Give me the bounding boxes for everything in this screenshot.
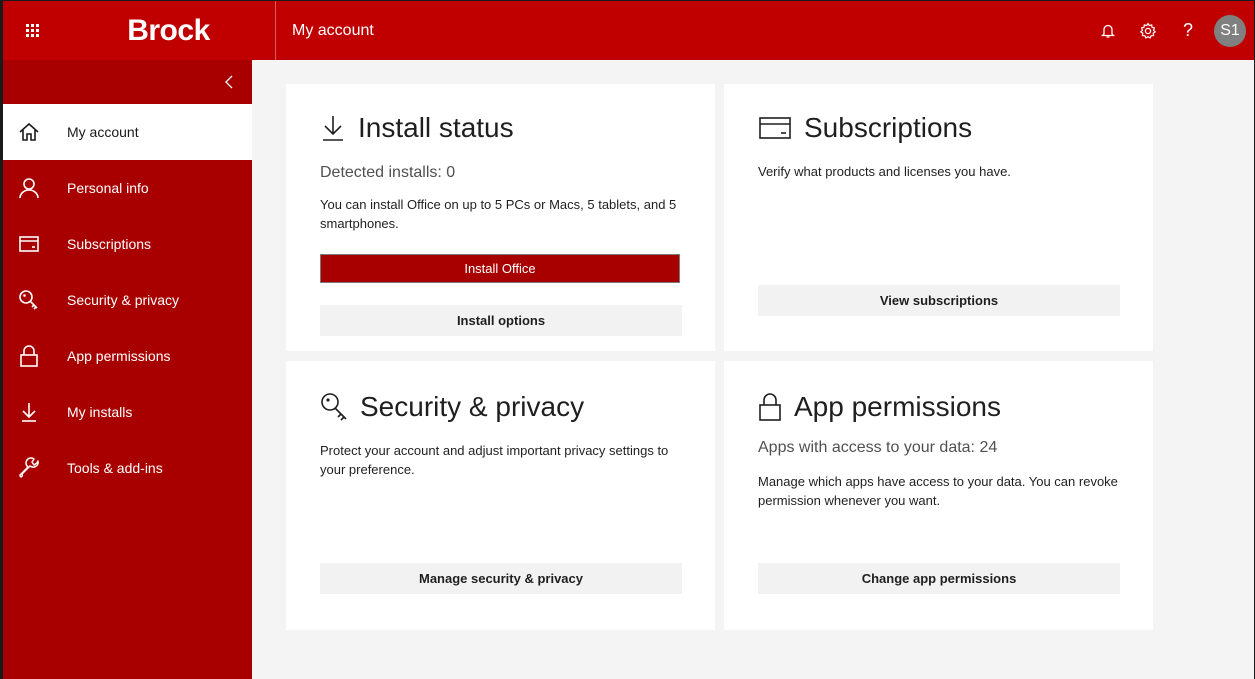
sidebar-item-label: Tools & add-ins — [67, 460, 163, 476]
waffle-icon — [26, 24, 39, 37]
security-description: Protect your account and adjust importan… — [320, 443, 669, 477]
sidebar-item-my-installs[interactable]: My installs — [3, 384, 252, 440]
lock-icon — [17, 344, 41, 368]
permissions-description: Manage which apps have access to your da… — [758, 474, 1118, 508]
person-icon — [17, 176, 41, 200]
sidebar-item-label: Subscriptions — [67, 236, 152, 252]
install-status-title: Install status — [320, 112, 514, 144]
manage-security-privacy-button[interactable]: Manage security & privacy — [320, 563, 682, 594]
card-icon — [17, 232, 41, 256]
brand-logo[interactable]: Brock — [62, 1, 276, 60]
app-launcher-button[interactable] — [3, 1, 62, 60]
sidebar-item-subscriptions[interactable]: Subscriptions — [3, 216, 252, 272]
sidebar-item-label: My installs — [67, 404, 133, 420]
key-icon — [17, 288, 41, 312]
download-icon — [17, 400, 41, 424]
key-icon — [320, 392, 348, 422]
avatar[interactable]: S1 — [1214, 14, 1246, 47]
install-status-card: Install status Detected installs: 0 You … — [286, 84, 715, 351]
sidebar-item-label: Security & privacy — [67, 292, 180, 308]
install-office-button[interactable]: Install Office — [320, 254, 680, 283]
top-bar: Brock My account ? S1 — [3, 1, 1254, 60]
subscriptions-title: Subscriptions — [758, 112, 972, 144]
app-permissions-title: App permissions — [758, 391, 1001, 423]
chevron-left-icon — [225, 75, 233, 89]
notifications-button[interactable] — [1088, 1, 1128, 60]
card-icon — [758, 115, 792, 141]
lock-icon — [758, 392, 782, 422]
sidebar-item-tools-addins[interactable]: Tools & add-ins — [3, 440, 252, 496]
sidebar-item-personal-info[interactable]: Personal info — [3, 160, 252, 216]
app-permissions-card: App permissions Apps with access to your… — [724, 361, 1153, 630]
change-app-permissions-button[interactable]: Change app permissions — [758, 563, 1120, 594]
sidebar-item-my-account[interactable]: My account — [3, 104, 252, 160]
subscriptions-card: Subscriptions Verify what products and l… — [724, 84, 1153, 351]
view-subscriptions-button[interactable]: View subscriptions — [758, 285, 1120, 316]
home-icon — [17, 120, 41, 144]
sidebar-item-label: My account — [67, 124, 139, 140]
wrench-icon — [17, 456, 41, 480]
install-options-button[interactable]: Install options — [320, 305, 682, 336]
sidebar-item-label: App permissions — [67, 348, 171, 364]
detected-installs: Detected installs: 0 — [320, 164, 456, 181]
security-privacy-title: Security & privacy — [320, 391, 584, 423]
sidebar: My account Personal info Subscriptions S… — [3, 60, 252, 679]
page-title: My account — [292, 21, 374, 39]
settings-button[interactable] — [1128, 1, 1168, 60]
gear-icon — [1139, 21, 1157, 39]
sidebar-item-label: Personal info — [67, 180, 149, 196]
apps-with-access: Apps with access to your data: 24 — [758, 439, 998, 456]
install-description: You can install Office on up to 5 PCs or… — [320, 197, 677, 231]
bell-icon — [1101, 24, 1115, 38]
security-privacy-card: Security & privacy Protect your account … — [286, 361, 715, 630]
subscriptions-description: Verify what products and licenses you ha… — [758, 164, 1011, 179]
collapse-sidebar-button[interactable] — [3, 60, 252, 104]
help-icon: ? — [1182, 20, 1193, 40]
help-button[interactable]: ? — [1168, 1, 1208, 60]
sidebar-item-app-permissions[interactable]: App permissions — [3, 328, 252, 384]
sidebar-item-security-privacy[interactable]: Security & privacy — [3, 272, 252, 328]
download-icon — [320, 114, 346, 142]
